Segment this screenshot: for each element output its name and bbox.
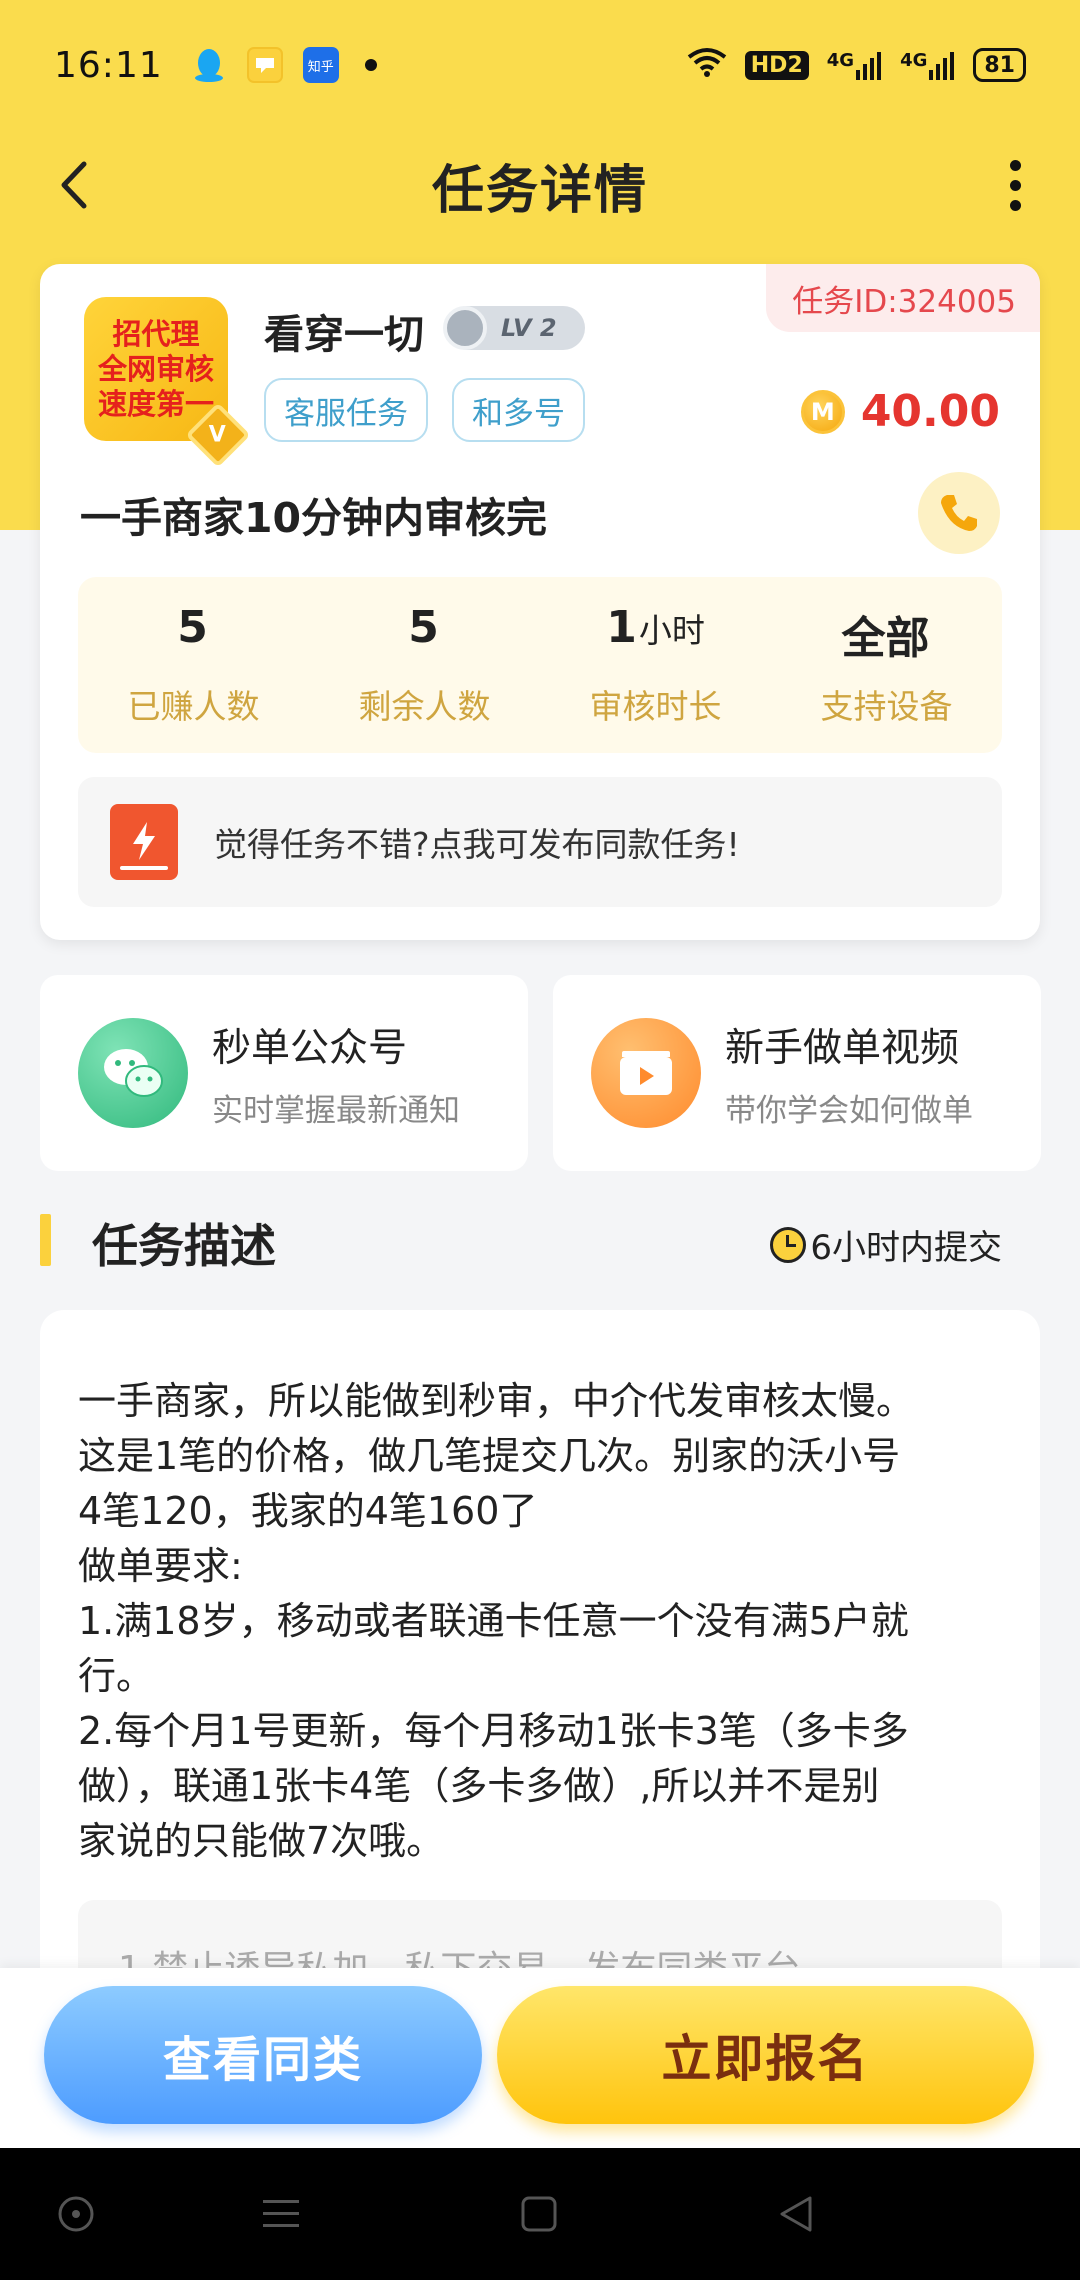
description-line: 4笔120，我家的4笔160了 xyxy=(78,1489,538,1533)
stat-earned: 5 已赚人数 xyxy=(78,577,309,753)
description-line: 1.满18岁，移动或者联通卡任意一个没有满5户就 xyxy=(78,1599,909,1643)
phone-icon xyxy=(941,495,977,531)
nav-assistant-button[interactable] xyxy=(50,2188,102,2240)
medal-icon xyxy=(443,306,487,350)
logo-line-2: 全网审核 xyxy=(97,351,214,386)
stat-value: 1 xyxy=(606,602,637,653)
verified-badge-label: V xyxy=(209,422,227,448)
hd-voice-icon: HD2 xyxy=(744,50,809,80)
app-header: 任务详情 xyxy=(0,130,1080,240)
section-title: 任务描述 xyxy=(92,1219,276,1273)
task-stats: 5 已赚人数 5 剩余人数 1 小时 审核时长 全部 支持设备 xyxy=(78,577,1002,753)
nav-menu-button[interactable] xyxy=(255,2188,307,2240)
deadline-text: 6小时内提交 xyxy=(810,1228,1002,1268)
signal-label-2: 4G xyxy=(900,50,928,71)
signal-label-1: 4G xyxy=(826,50,855,71)
wifi-icon xyxy=(687,47,727,83)
logo-line-3: 速度第一 xyxy=(97,386,214,421)
stat-label: 剩余人数 xyxy=(358,687,491,726)
publisher-name: 看穿一切 xyxy=(264,312,424,358)
signal-icon-2: 4G xyxy=(900,50,955,80)
zhihu-icon: 知乎 xyxy=(302,47,339,83)
stat-unit: 小时 xyxy=(638,611,705,650)
publish-prompt: 觉得任务不错?点我可发布同款任务! xyxy=(214,825,740,864)
signal-icon-1: 4G xyxy=(827,50,882,80)
clock: 16:11 xyxy=(54,44,163,86)
status-bar: 16:11 知乎 HD2 4G 4G 81 xyxy=(0,0,1080,130)
publish-similar-banner[interactable]: 觉得任务不错?点我可发布同款任务! xyxy=(78,777,1002,907)
stat-label: 已赚人数 xyxy=(127,687,260,726)
level-badge: LV 2 xyxy=(443,306,585,350)
battery-icon: 81 xyxy=(973,48,1026,82)
square-icon xyxy=(521,2196,557,2232)
page-title: 任务详情 xyxy=(431,160,648,221)
feature-subtitle: 实时掌握最新通知 xyxy=(212,1092,460,1129)
more-dot xyxy=(1009,199,1021,211)
circle-dot-icon xyxy=(58,2196,94,2232)
stat-value: 全部 xyxy=(841,613,930,664)
feature-subtitle: 带你学会如何做单 xyxy=(725,1092,973,1129)
more-dot xyxy=(1009,159,1021,171)
nav-back-button[interactable] xyxy=(770,2188,822,2240)
description-line: 一手商家，所以能做到秒审，中介代发审核太慢。 xyxy=(78,1379,915,1423)
notification-dot xyxy=(364,59,377,71)
description-line: 这是1笔的价格，做几笔提交几次。别家的沃小号 xyxy=(78,1434,901,1478)
tag-heduohao: 和多号 xyxy=(452,378,585,442)
description-card: 一手商家，所以能做到秒审，中介代发审核太慢。 这是1笔的价格，做几笔提交几次。别… xyxy=(40,1310,1040,2010)
wechat-icon xyxy=(78,1018,188,1128)
chat-app-icon xyxy=(246,47,283,83)
lightning-icon xyxy=(110,804,178,880)
section-accent-bar xyxy=(40,1214,51,1266)
triangle-back-icon xyxy=(780,2196,812,2232)
reward-amount: 40.00 xyxy=(860,386,1000,437)
clock-icon xyxy=(770,1226,807,1263)
view-similar-button[interactable]: 查看同类 xyxy=(44,1986,482,2124)
feature-title: 秒单公众号 xyxy=(212,1025,408,1071)
task-reward: M 40.00 xyxy=(800,386,1000,437)
description-line: 行。 xyxy=(78,1654,155,1698)
feature-title: 新手做单视频 xyxy=(725,1025,960,1071)
task-card: 任务ID:324005 招代理 全网审核 速度第一 V 看穿一切 LV 2 客服… xyxy=(40,264,1040,940)
description-section-header: 任务描述 6小时内提交 xyxy=(40,1210,1040,1273)
more-dot xyxy=(1009,179,1021,191)
stat-remaining: 5 剩余人数 xyxy=(309,577,540,753)
task-id-badge[interactable]: 任务ID:324005 xyxy=(766,264,1040,332)
tag-customer-service: 客服任务 xyxy=(264,378,428,442)
signup-now-button[interactable]: 立即报名 xyxy=(497,1986,1034,2124)
stat-value: 5 xyxy=(408,602,439,653)
description-line: 2.每个月1号更新，每个月移动1张卡3笔（多卡多 xyxy=(78,1709,909,1753)
level-label: LV 2 xyxy=(501,314,557,342)
description-line: 家说的只能做7次哦。 xyxy=(78,1819,445,1863)
stat-review-time: 1 小时 审核时长 xyxy=(540,577,771,753)
tutorial-video-card[interactable]: 新手做单视频 带你学会如何做单 xyxy=(553,975,1041,1171)
coin-icon: M xyxy=(800,389,845,434)
qq-icon xyxy=(191,47,227,83)
bottom-action-bar: 查看同类 立即报名 xyxy=(0,1968,1080,2148)
logo-line-1: 招代理 xyxy=(112,316,200,351)
nav-home-button[interactable] xyxy=(513,2188,565,2240)
video-icon xyxy=(591,1018,701,1128)
description-line: 做单要求: xyxy=(78,1544,243,1588)
phone-button[interactable] xyxy=(918,472,1000,554)
stat-devices: 全部 支持设备 xyxy=(771,577,1002,753)
system-nav-bar xyxy=(0,2148,1080,2280)
stat-value: 5 xyxy=(177,602,208,653)
stat-label: 支持设备 xyxy=(820,687,953,726)
submit-deadline: 6小时内提交 xyxy=(770,1220,1002,1269)
wechat-official-account-card[interactable]: 秒单公众号 实时掌握最新通知 xyxy=(40,975,528,1171)
description-line: 做），联通1张卡4笔（多卡多做）,所以并不是别 xyxy=(78,1764,880,1808)
task-title: 一手商家10分钟内审核完 xyxy=(80,494,548,542)
more-options-button[interactable] xyxy=(980,150,1050,220)
stat-label: 审核时长 xyxy=(589,687,722,726)
back-button[interactable] xyxy=(44,150,114,220)
menu-icon xyxy=(263,2200,299,2227)
